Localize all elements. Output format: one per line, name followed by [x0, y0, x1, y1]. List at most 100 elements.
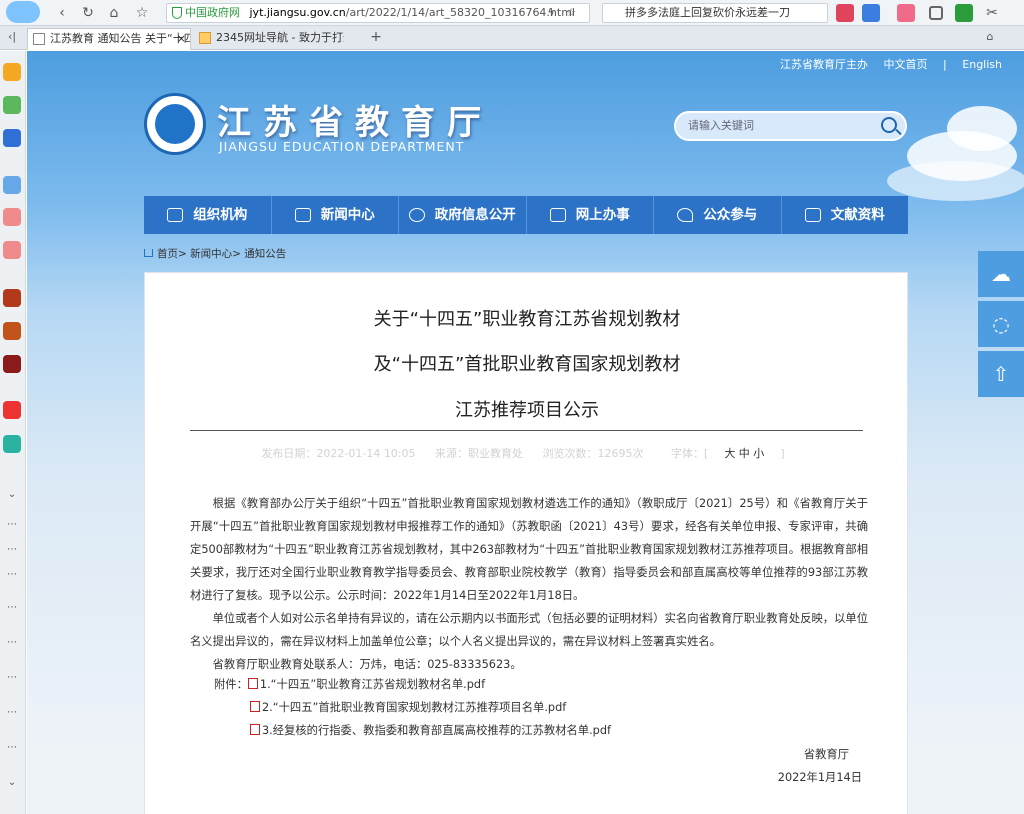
breadcrumb: 首页> 新闻中心> 通知公告 — [144, 246, 286, 261]
back-icon[interactable]: ‹ — [52, 3, 72, 23]
home-icon — [144, 249, 153, 257]
lightning-icon[interactable]: ϟ — [541, 3, 561, 23]
home-icon[interactable]: ⌂ — [104, 3, 124, 23]
org-chart-icon — [167, 208, 184, 222]
cloud-decoration — [947, 106, 1017, 151]
news-icon — [294, 208, 311, 222]
signature: 省教育厅 — [803, 748, 849, 761]
source: 来源：职业教育处 — [435, 447, 524, 460]
more-icon[interactable]: ⋯ — [4, 673, 20, 683]
tab-bar: ‹| 江苏教育 通知公告 关于“十四 × 2345网址导航 - 致力于打造百 +… — [0, 26, 1024, 50]
heart-icon — [677, 208, 694, 222]
translate-icon[interactable] — [862, 4, 880, 22]
back-to-top-button[interactable]: ⇧ — [978, 351, 1024, 397]
nav-news[interactable]: 新闻中心 — [272, 196, 399, 234]
more-icon[interactable]: ⋯ — [4, 603, 20, 613]
tab-scroll-left-icon[interactable]: ‹| — [2, 27, 22, 47]
history-icon[interactable] — [3, 96, 21, 114]
breadcrumb-text[interactable]: 首页> 新闻中心> 通知公告 — [157, 248, 286, 260]
main-nav: 组织机构 新闻中心 政府信息公开 网上办事 公众参与 文献资料 — [144, 196, 908, 234]
book-icon — [804, 208, 821, 222]
tab-2345[interactable]: 2345网址导航 - 致力于打造百 — [194, 28, 344, 50]
star-icon[interactable]: ☆ — [132, 3, 152, 23]
article-card: 关于“十四五”职业教育江苏省规划教材 及“十四五”首批职业教育国家规划教材 江苏… — [144, 272, 908, 814]
nav-organization[interactable]: 组织机构 — [144, 196, 272, 234]
attachment-link[interactable]: 2.“十四五”首批职业教育国家规划教材江苏推荐项目名单.pdf — [262, 701, 566, 714]
attachment-link[interactable]: 1.“十四五”职业教育江苏省规划教材名单.pdf — [260, 678, 485, 691]
shopping-icon[interactable] — [836, 4, 854, 22]
browser-logo-icon[interactable] — [6, 1, 40, 23]
play-icon[interactable] — [3, 435, 21, 453]
nav-online-service[interactable]: 网上办事 — [527, 196, 654, 234]
pdf-icon — [247, 678, 258, 689]
site-logo[interactable] — [144, 93, 206, 155]
browser-search[interactable]: 拼多多法庭上回复砍价永远差一刀 — [602, 3, 828, 23]
pdf-icon — [250, 701, 260, 712]
weibo-icon[interactable] — [3, 241, 21, 259]
refresh-icon[interactable]: ↻ — [78, 3, 98, 23]
font-size-options[interactable]: 大 中 小 — [724, 447, 764, 460]
cloud-decoration — [887, 161, 1024, 201]
font-size-label: 字体：[ — [671, 447, 709, 460]
url-host: jyt.jiangsu.gov.cn — [249, 6, 346, 19]
more-icon[interactable]: ⌄ — [4, 778, 20, 788]
cut-icon[interactable]: ✂ — [982, 3, 1002, 23]
game-icon[interactable] — [3, 355, 21, 373]
close-icon[interactable]: × — [177, 29, 186, 49]
app-icon[interactable] — [3, 176, 21, 194]
address-bar[interactable]: 中国政府网 jyt.jiangsu.gov.cn/art/2022/1/14/a… — [166, 3, 590, 23]
app-icon[interactable] — [3, 401, 21, 419]
site-subtitle: JIANGSU EDUCATION DEPARTMENT — [219, 139, 465, 154]
english-link[interactable]: English — [962, 58, 1002, 71]
browser-toolbar: ‹ ↻ ⌂ ☆ 中国政府网 jyt.jiangsu.gov.cn/art/202… — [0, 0, 1024, 26]
more-icon[interactable]: ⋯ — [4, 708, 20, 718]
more-icon[interactable]: ⋯ — [4, 638, 20, 648]
article-meta: 发布日期：2022-01-14 10:05 来源：职业教育处 浏览次数：1269… — [261, 447, 785, 460]
publish-date: 发布日期：2022-01-14 10:05 — [261, 447, 416, 460]
attachment-label: 附件： — [214, 678, 248, 691]
attachment-row: 3.经复核的行指委、教指委和教育部直属高校推荐的江苏教材名单.pdf — [250, 722, 611, 738]
more-icon[interactable]: ⌄ — [4, 490, 20, 500]
attachment-link[interactable]: 3.经复核的行指委、教指委和教育部直属高校推荐的江苏教材名单.pdf — [262, 724, 611, 737]
browser-search-text: 拼多多法庭上回复砍价永远差一刀 — [625, 6, 790, 19]
tab-article[interactable]: 江苏教育 通知公告 关于“十四 × — [27, 28, 191, 50]
weather-button[interactable]: ☁ — [978, 251, 1024, 297]
emblem-icon — [155, 104, 195, 144]
tab-list-icon[interactable]: ⌂ — [980, 27, 1000, 47]
site-title: 江苏省教育厅 — [217, 103, 493, 143]
browser-sidebar: ⌄ ⋯ ⋯ ⋯ ⋯ ⋯ ⋯ ⋯ ⋯ ⌄ — [0, 51, 26, 814]
paragraph: 单位或者个人如对公示名单持有异议的，请在公示期内以书面形式（包括必要的证明材料）… — [190, 612, 868, 648]
host-link[interactable]: 江苏省教育厅主办 — [780, 58, 868, 71]
nav-info-disclosure[interactable]: 政府信息公开 — [399, 196, 527, 234]
favorites-icon[interactable] — [3, 63, 21, 81]
game-icon[interactable] — [3, 289, 21, 307]
more-icon[interactable]: ⋯ — [4, 743, 20, 753]
nav-documents[interactable]: 文献资料 — [782, 196, 909, 234]
search-icon[interactable] — [881, 117, 897, 133]
game-icon[interactable] — [897, 4, 915, 22]
attachment-row: 2.“十四五”首批职业教育国家规划教材江苏推荐项目名单.pdf — [250, 699, 566, 715]
site-icon — [199, 32, 211, 44]
chat-button[interactable]: ◌ — [978, 301, 1024, 347]
new-icon[interactable] — [955, 4, 973, 22]
favorite-icon[interactable]: ☆ — [561, 3, 581, 23]
more-icon[interactable]: ⋯ — [4, 570, 20, 580]
paragraph: 省教育厅职业教育处联系人：万炜，电话：025-83335623。 — [212, 658, 522, 671]
more-icon[interactable]: ⋯ — [4, 520, 20, 530]
document-icon[interactable] — [3, 129, 21, 147]
weibo-icon[interactable] — [3, 208, 21, 226]
new-tab-icon[interactable]: + — [366, 27, 386, 47]
gov-badge: 中国政府网 — [185, 6, 240, 19]
top-links: 江苏省教育厅主办 中文首页 | English — [780, 58, 1002, 71]
attachment-row: 附件： 1.“十四五”职业教育江苏省规划教材名单.pdf — [214, 676, 485, 692]
more-icon[interactable]: ⋯ — [4, 545, 20, 555]
tab-title: 江苏教育 通知公告 关于“十四 — [50, 32, 191, 45]
pdf-icon — [250, 724, 260, 735]
game-icon[interactable] — [3, 322, 21, 340]
nav-participation[interactable]: 公众参与 — [654, 196, 782, 234]
grid-icon[interactable] — [929, 6, 943, 20]
chinese-home-link[interactable]: 中文首页 — [884, 58, 928, 71]
view-count: 浏览次数：12695次 — [542, 447, 644, 460]
site-search-input[interactable]: 请输入关键词 — [674, 111, 907, 141]
monitor-icon — [549, 208, 566, 222]
